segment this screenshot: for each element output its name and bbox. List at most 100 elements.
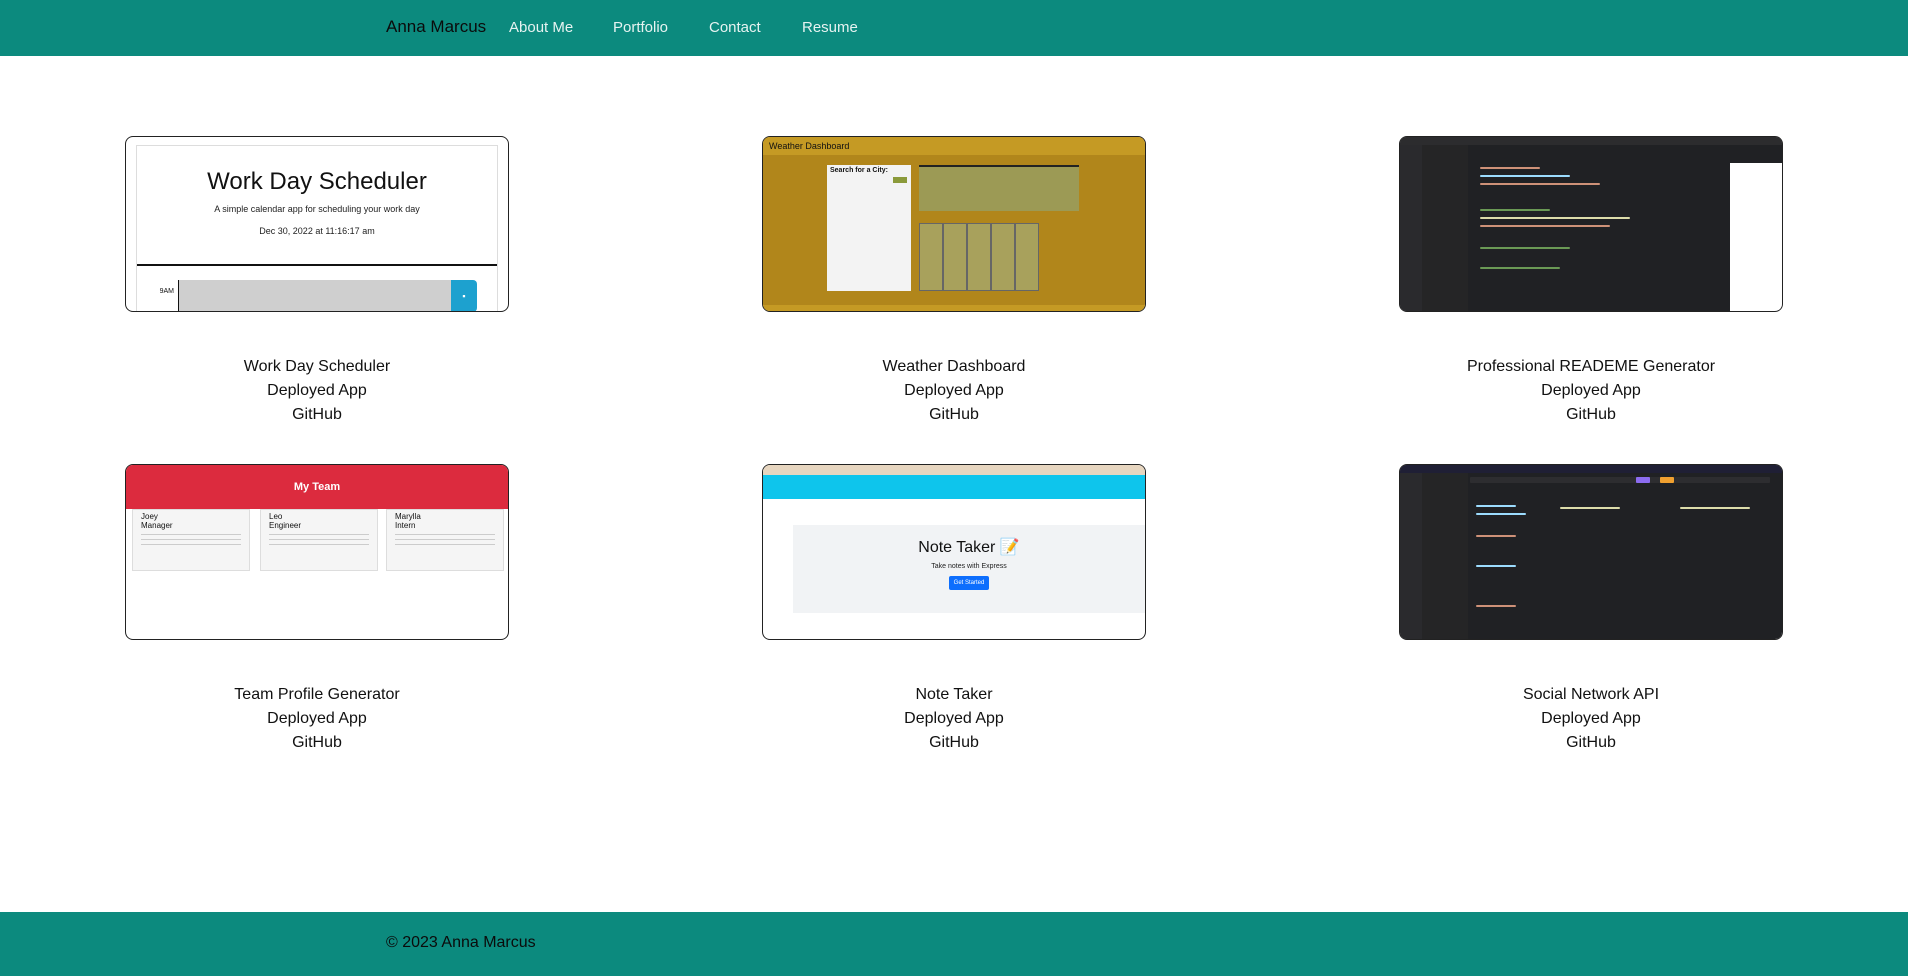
project-card-weather-dashboard: Weather Dashboard Search for a City: Wea… (762, 136, 1146, 427)
nav-portfolio[interactable]: Portfolio (613, 19, 668, 36)
project-card-team-profile-generator: My Team Joey Manager Leo Engineer Maryll… (125, 464, 509, 755)
thumb-navbar (763, 475, 1145, 499)
copyright-text: © 2023 Anna Marcus (386, 934, 536, 951)
thumb-code-line (1476, 535, 1516, 537)
thumb-date: Dec 30, 2022 at 11:16:17 am (259, 226, 375, 236)
thumb-code-line (1680, 507, 1750, 509)
project-card-readme-generator: Professional READEME Generator Deployed … (1399, 136, 1783, 427)
thumb-member-card: Leo Engineer (260, 509, 378, 571)
thumbnail-screenshot (1400, 465, 1782, 639)
save-icon: ▪ (451, 280, 477, 311)
thumb-code-line (1476, 513, 1526, 515)
thumb-jumbotron: Note Taker 📝 Take notes with Express Get… (793, 525, 1145, 613)
nav-contact[interactable]: Contact (709, 19, 761, 36)
thumb-footer (763, 305, 1145, 311)
deployed-app-link[interactable]: Deployed App (1399, 707, 1783, 731)
page-footer: © 2023 Anna Marcus (0, 912, 1908, 976)
thumb-member-role: Manager (141, 521, 173, 530)
project-thumbnail[interactable]: My Team Joey Manager Leo Engineer Maryll… (125, 464, 509, 640)
thumb-file-tree (1422, 473, 1468, 639)
thumb-forecast-card (967, 223, 991, 291)
thumb-forecast-card (919, 223, 943, 291)
thumb-hour: 9AM (137, 280, 179, 311)
thumb-code-line (1476, 565, 1516, 567)
thumb-current-weather (919, 165, 1079, 211)
project-title: Social Network API (1522, 686, 1660, 703)
github-link[interactable]: GitHub (1399, 731, 1783, 755)
thumb-browser-bar (763, 465, 1145, 475)
thumb-activity-bar (1400, 145, 1422, 311)
thumb-titlebar (1400, 465, 1782, 473)
thumb-code-line (1480, 175, 1570, 177)
thumb-toolbar (1470, 477, 1770, 483)
project-title: Weather Dashboard (882, 358, 1026, 375)
thumb-forecast-card (1015, 223, 1039, 291)
thumb-forecast-card (943, 223, 967, 291)
thumb-browser-panel (1730, 163, 1782, 311)
deployed-app-link[interactable]: Deployed App (1399, 379, 1783, 403)
github-link[interactable]: GitHub (762, 403, 1146, 427)
brand-link[interactable]: Anna Marcus (386, 17, 486, 37)
thumb-code-line (1480, 167, 1540, 169)
deployed-app-link[interactable]: Deployed App (762, 707, 1146, 731)
thumb-heading: Work Day Scheduler (207, 168, 427, 195)
thumb-tag (1660, 477, 1674, 483)
thumb-member-name: Marylla (395, 512, 421, 521)
thumb-code-line (1480, 217, 1630, 219)
thumb-search-label: Search for a City: (830, 167, 888, 174)
thumb-search-button (893, 177, 907, 183)
thumb-header: My Team (126, 465, 508, 509)
project-title: Note Taker (915, 686, 993, 703)
github-link[interactable]: GitHub (762, 731, 1146, 755)
thumbnail-screenshot: Weather Dashboard Search for a City: (763, 137, 1145, 311)
thumbnail-screenshot (1400, 137, 1782, 311)
thumb-activity-bar (1400, 473, 1422, 639)
top-navbar: Anna Marcus About Me Portfolio Contact R… (0, 0, 1908, 56)
thumb-titlebar (1400, 137, 1782, 145)
thumb-member-card: Joey Manager (132, 509, 250, 571)
thumb-forecast-card (991, 223, 1015, 291)
thumb-member-role: Engineer (269, 521, 302, 530)
nav-about-me[interactable]: About Me (509, 19, 573, 36)
project-title: Team Profile Generator (234, 686, 400, 703)
github-link[interactable]: GitHub (1399, 403, 1783, 427)
deployed-app-link[interactable]: Deployed App (125, 379, 509, 403)
thumb-header: Weather Dashboard (763, 137, 1145, 155)
thumb-subtitle: A simple calendar app for scheduling you… (214, 204, 420, 214)
project-thumbnail[interactable] (1399, 464, 1783, 640)
thumb-member-name: Leo (269, 512, 283, 521)
github-link[interactable]: GitHub (125, 403, 509, 427)
thumb-send-button (1636, 477, 1650, 483)
thumb-code-line (1560, 507, 1620, 509)
thumb-file-tree (1422, 145, 1468, 311)
project-thumbnail[interactable]: Note Taker 📝 Take notes with Express Get… (762, 464, 1146, 640)
thumb-heading: Note Taker 📝 (918, 539, 1020, 556)
thumb-search-panel: Search for a City: (827, 165, 911, 291)
thumb-code-line (1480, 225, 1610, 227)
project-thumbnail[interactable]: Weather Dashboard Search for a City: (762, 136, 1146, 312)
thumb-member-card: Marylla Intern (386, 509, 504, 571)
thumb-code-line (1480, 267, 1560, 269)
thumb-code-line (1480, 183, 1600, 185)
thumb-time-block (179, 280, 451, 311)
project-card-social-network-api: Social Network API Deployed App GitHub (1399, 464, 1783, 755)
nav-resume[interactable]: Resume (802, 19, 858, 36)
thumb-subtitle: Take notes with Express (931, 563, 1007, 570)
thumb-code-line (1476, 505, 1516, 507)
thumb-code-line (1480, 209, 1550, 211)
project-thumbnail[interactable]: Work Day Scheduler A simple calendar app… (125, 136, 509, 312)
thumb-member-name: Joey (141, 512, 158, 521)
thumb-code-line (1476, 605, 1516, 607)
thumbnail-screenshot: Work Day Scheduler A simple calendar app… (136, 145, 498, 311)
thumb-member-role: Intern (395, 521, 416, 530)
deployed-app-link[interactable]: Deployed App (125, 707, 509, 731)
project-title: Work Day Scheduler (243, 358, 391, 375)
divider (137, 264, 497, 266)
project-title: Professional READEME Generator (1466, 358, 1716, 375)
thumb-get-started-button: Get Started (949, 576, 989, 590)
project-thumbnail[interactable] (1399, 136, 1783, 312)
project-card-note-taker: Note Taker 📝 Take notes with Express Get… (762, 464, 1146, 755)
project-card-work-day-scheduler: Work Day Scheduler A simple calendar app… (125, 136, 509, 427)
deployed-app-link[interactable]: Deployed App (762, 379, 1146, 403)
github-link[interactable]: GitHub (125, 731, 509, 755)
